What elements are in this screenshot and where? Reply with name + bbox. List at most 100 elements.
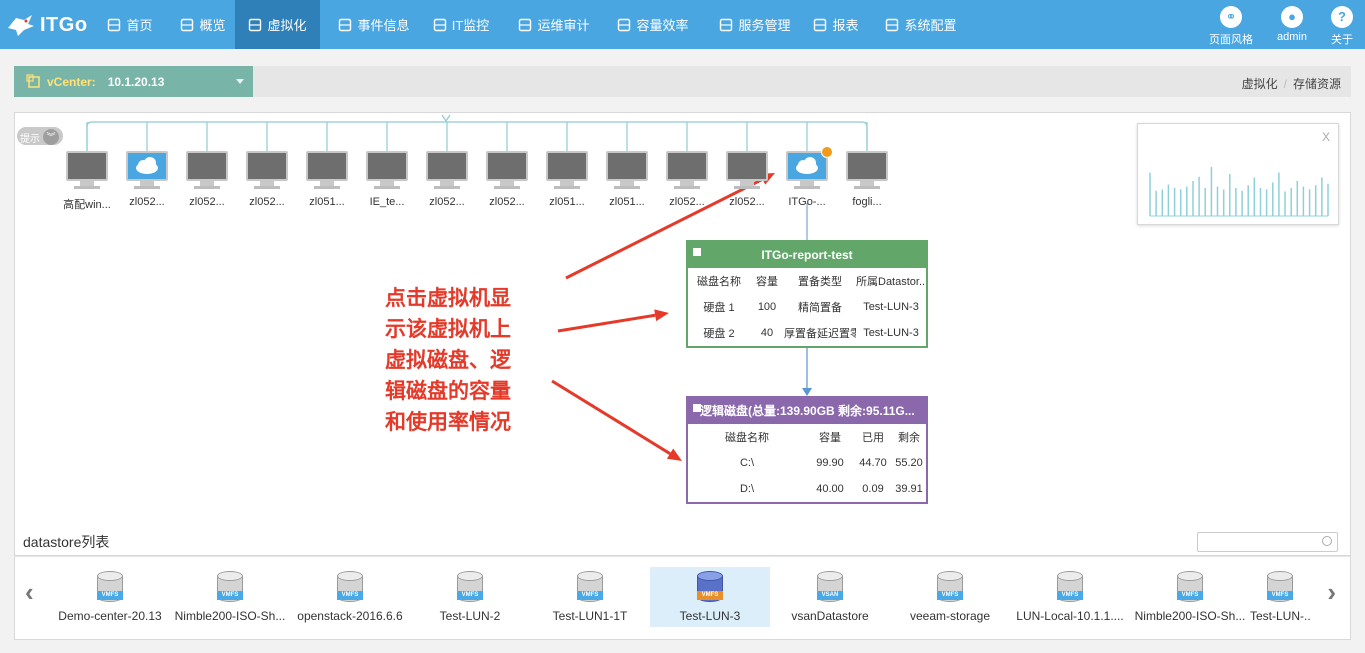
datastore-disk-icon: VMFS	[1057, 571, 1083, 605]
datastore-item[interactable]: VMFS Test-LUN-3	[650, 567, 770, 627]
collapse-icon[interactable]	[693, 248, 701, 256]
vm-node[interactable]: IE_te...	[357, 151, 417, 208]
vm-node[interactable]: zl051...	[597, 151, 657, 208]
tip-toggle[interactable]: 提示 ︾	[17, 127, 63, 145]
datastore-type-tag: VMFS	[457, 591, 483, 600]
next-arrow-icon[interactable]: ›	[1327, 577, 1336, 608]
vm-node[interactable]: ITGo-...	[777, 146, 837, 208]
vm-node[interactable]: zl052...	[417, 151, 477, 208]
help-icon: ?	[1331, 6, 1353, 28]
table-header-row: 磁盘名称 容量 置备类型 所属Datastor...	[688, 268, 926, 294]
nav-item-8[interactable]: 报表	[806, 0, 866, 49]
column-header: 已用	[862, 432, 884, 444]
link-icon: ⚭	[1220, 6, 1242, 28]
datastore-type-tag: VSAN	[817, 591, 843, 600]
nav-item-4[interactable]: IT监控	[424, 0, 498, 49]
vm-node[interactable]: zl052...	[237, 151, 297, 208]
table-cell: 硬盘 2	[703, 328, 735, 340]
table-row[interactable]: 硬盘 2 40 厚置备延迟置零 Test-LUN-3	[688, 320, 926, 346]
datastore-search-input[interactable]	[1197, 532, 1338, 552]
datastore-item[interactable]: VMFS Test-LUN-2	[410, 567, 530, 627]
nav-item-label: 首页	[126, 18, 153, 33]
nav-item-label: 系统配置	[904, 18, 957, 33]
annotation-line: 辑磁盘的容量	[385, 380, 511, 403]
datastore-item[interactable]: VMFS Nimble200-ISO-Sh...	[1130, 567, 1250, 627]
annotation-line: 点击虚拟机显	[385, 287, 511, 310]
datastore-item[interactable]: VMFS veeam-storage	[890, 567, 1010, 627]
nav-item-0[interactable]: 首页	[100, 0, 160, 49]
nav-right-0[interactable]: ⚭ 页面风格	[1207, 4, 1255, 47]
datastore-disk-icon: VMFS	[97, 571, 123, 605]
annotation-line: 虚拟磁盘、逻	[385, 349, 511, 372]
datastore-item[interactable]: VMFS Nimble200-ISO-Sh...	[170, 567, 290, 627]
vm-monitor-icon	[186, 151, 228, 181]
vm-node[interactable]: zl052...	[477, 151, 537, 208]
column-header: 所属Datastor...	[856, 276, 926, 288]
table-row[interactable]: C:\ 99.90 44.70 55.20	[688, 450, 926, 476]
table-cell: 精简置备	[798, 302, 842, 314]
table-row[interactable]: D:\ 40.00 0.09 39.91	[688, 476, 926, 502]
vm-name: IE_te...	[369, 196, 405, 208]
vm-node[interactable]: fogli...	[837, 151, 897, 208]
datastore-item[interactable]: VMFS openstack-2016.6.6	[290, 567, 410, 627]
double-chevron-down-icon: ︾	[43, 129, 59, 145]
vm-node[interactable]: zl052...	[717, 151, 777, 208]
vm-node[interactable]: zl051...	[537, 151, 597, 208]
table-cell: 99.90	[816, 457, 844, 469]
datastore-type-tag: VMFS	[1267, 591, 1293, 600]
vm-monitor-icon	[726, 151, 768, 181]
column-header: 磁盘名称	[725, 432, 769, 444]
datastore-name: LUN-Local-10.1.1....	[1016, 609, 1124, 623]
datastore-name: Nimble200-ISO-Sh...	[174, 609, 286, 623]
datastore-header: datastore列表	[14, 526, 1351, 556]
gear-icon	[885, 18, 899, 32]
breadcrumb-item[interactable]: 虚拟化	[1242, 77, 1278, 91]
column-header: 剩余	[898, 432, 920, 444]
datastore-name: openstack-2016.6.6	[297, 609, 403, 623]
collapse-icon[interactable]	[693, 404, 701, 412]
vcenter-selector[interactable]: vCenter: 10.1.20.13	[14, 66, 253, 97]
nav-right-2[interactable]: ? 关于	[1318, 4, 1365, 47]
datastore-name: Test-LUN-3	[679, 609, 741, 623]
server-icon	[248, 18, 262, 32]
vm-name: zl052...	[669, 196, 705, 208]
vm-node[interactable]: 高配win...	[57, 151, 117, 212]
table-row[interactable]: 硬盘 1 100 精简置备 Test-LUN-3	[688, 294, 926, 320]
vcenter-icon	[26, 73, 40, 88]
nav-item-9[interactable]: 系统配置	[878, 0, 964, 49]
nav-item-1[interactable]: 概览	[172, 0, 234, 49]
datastore-item[interactable]: VSAN vsanDatastore	[770, 567, 890, 627]
nav-item-3[interactable]: 事件信息	[330, 0, 418, 49]
vm-node[interactable]: zl052...	[117, 151, 177, 208]
itgo-logo[interactable]: ITGo	[6, 10, 88, 40]
datastore-item[interactable]: VMFS LUN-Local-10.1.1....	[1010, 567, 1130, 627]
vm-node[interactable]: zl052...	[177, 151, 237, 208]
datastore-disk-icon: VMFS	[577, 571, 603, 605]
vm-node[interactable]: zl052...	[657, 151, 717, 208]
table-cell: C:\	[739, 457, 755, 469]
nav-item-6[interactable]: 容量效率	[607, 0, 699, 49]
datastore-item[interactable]: VMFS Demo-center-20.13	[50, 567, 170, 627]
table-cell: 硬盘 1	[703, 302, 735, 314]
vm-name: zl051...	[309, 196, 345, 208]
datastore-item[interactable]: VMFS Test-LUN1-1T	[530, 567, 650, 627]
vm-disk-title-text: ITGo-report-test	[761, 248, 853, 262]
vm-name: zl052...	[189, 196, 225, 208]
nav-right-label: admin	[1277, 31, 1307, 43]
topology-panel: 提示 ︾ 高配win... zl052... zl052... zl052... zl0…	[14, 112, 1351, 527]
nav-item-2[interactable]: 虚拟化	[235, 0, 320, 49]
vcenter-value: 10.1.20.13	[107, 74, 165, 89]
datastore-item[interactable]: VMFS Test-LUN-...	[1250, 567, 1310, 627]
vm-node[interactable]: zl051...	[297, 151, 357, 208]
vcenter-label: vCenter:	[47, 74, 96, 89]
datastore-disk-icon: VMFS	[337, 571, 363, 605]
datastore-type-tag: VMFS	[217, 591, 243, 600]
vm-name: zl051...	[609, 196, 645, 208]
nav-right-1[interactable]: ● admin	[1268, 4, 1316, 43]
vm-name: fogli...	[852, 196, 882, 208]
nav-item-label: 服务管理	[738, 18, 791, 33]
nav-item-7[interactable]: 服务管理	[710, 0, 800, 49]
nav-item-5[interactable]: 运维审计	[510, 0, 598, 49]
prev-arrow-icon[interactable]: ‹	[25, 577, 34, 608]
search-icon[interactable]	[1322, 536, 1332, 546]
